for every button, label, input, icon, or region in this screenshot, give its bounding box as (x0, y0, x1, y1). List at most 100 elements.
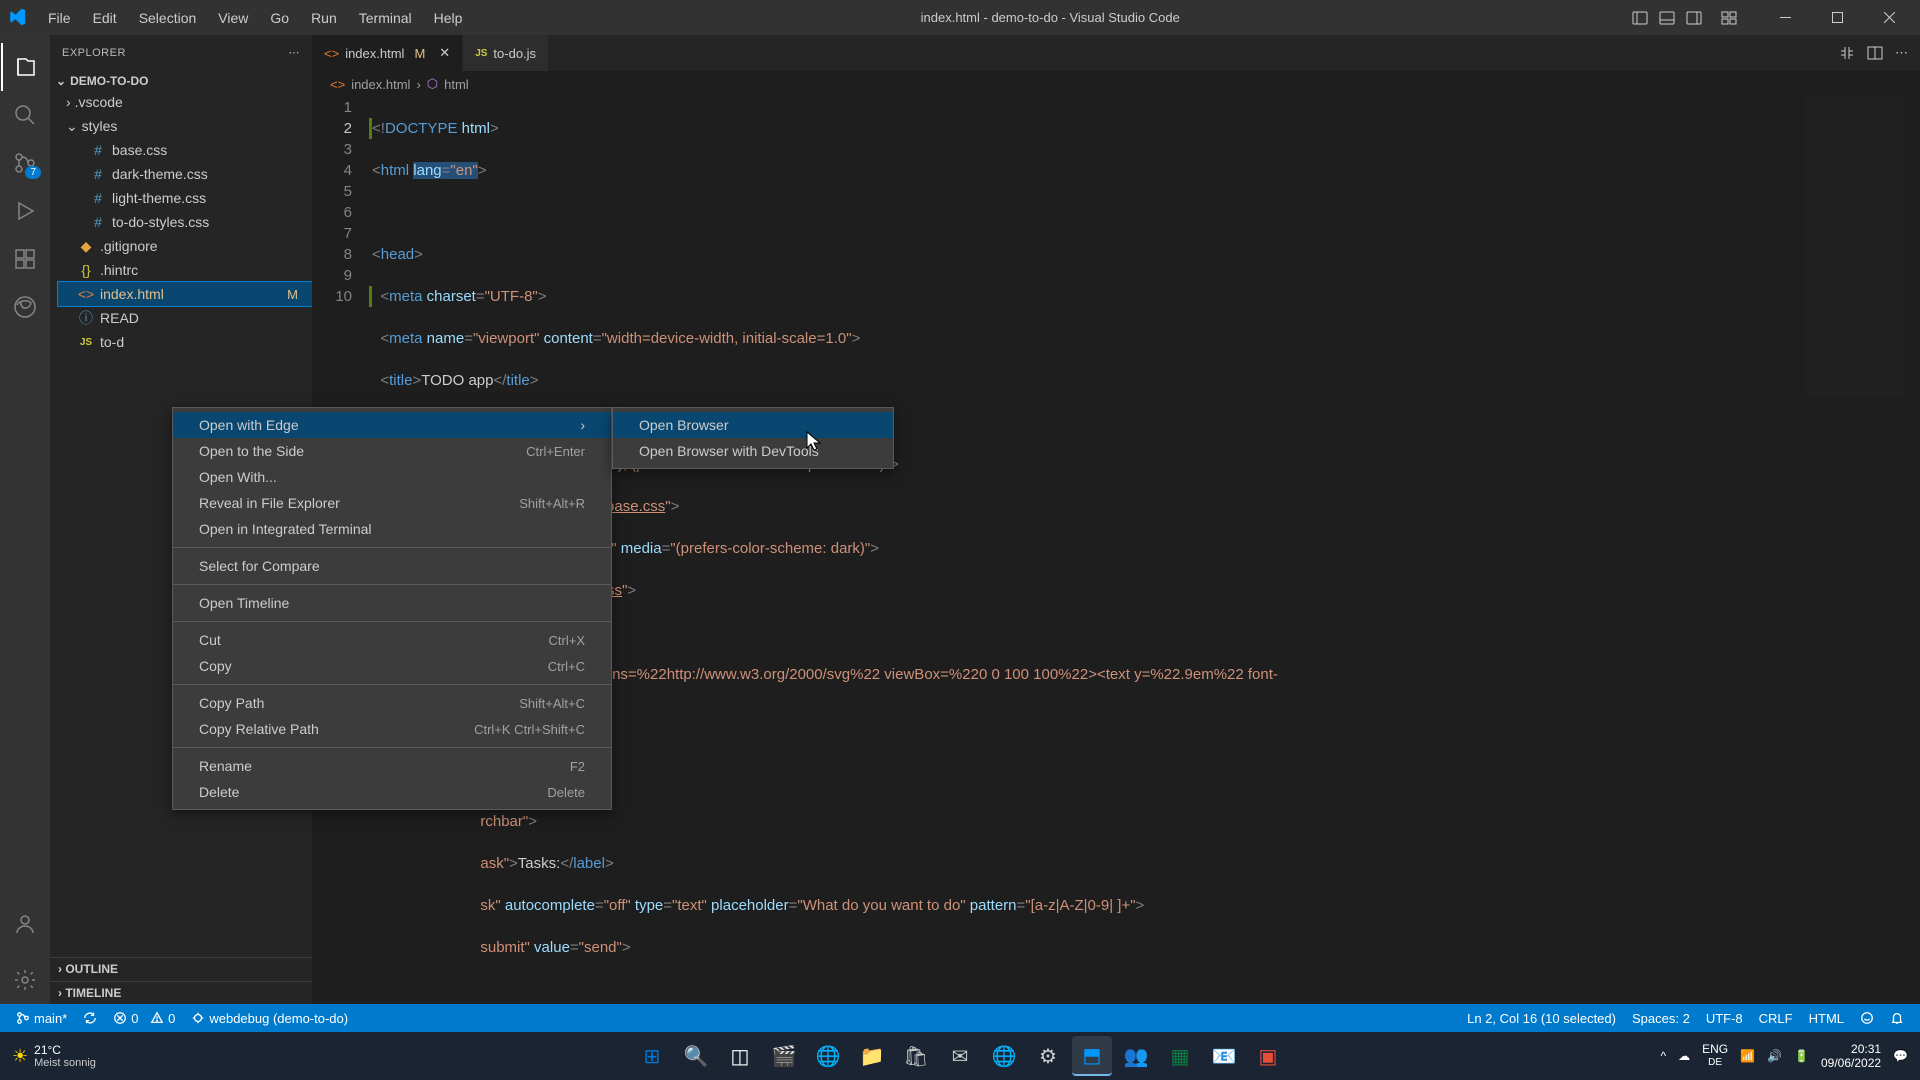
activity-extensions[interactable] (1, 235, 49, 283)
file-index-html[interactable]: <>index.htmlM (58, 282, 312, 306)
toggle-panel-left-icon[interactable] (1628, 6, 1652, 30)
menu-copy[interactable]: CopyCtrl+C (173, 653, 611, 679)
tray-language[interactable]: ENGDE (1702, 1043, 1728, 1069)
breadcrumb-file[interactable]: index.html (351, 77, 410, 92)
submenu-open-devtools[interactable]: Open Browser with DevTools (613, 438, 893, 464)
status-encoding[interactable]: UTF-8 (1698, 1011, 1751, 1026)
tab-todo-js[interactable]: JS to-do.js (463, 35, 549, 71)
file-hintrc[interactable]: {}.hintrc (58, 258, 312, 282)
start-button[interactable]: ⊞ (632, 1036, 672, 1076)
more-icon[interactable]: ⋯ (1895, 45, 1908, 61)
menu-file[interactable]: File (38, 6, 81, 30)
tray-onedrive-icon[interactable]: ☁ (1678, 1049, 1690, 1063)
menu-open-terminal[interactable]: Open in Integrated Terminal (173, 516, 611, 542)
menu-edit[interactable]: Edit (83, 6, 127, 30)
file-readme[interactable]: ⓘREAD (58, 306, 312, 330)
menu-select-compare[interactable]: Select for Compare (173, 553, 611, 579)
taskbar-outlook[interactable]: 📧 (1204, 1036, 1244, 1076)
taskbar-app-red[interactable]: ▣ (1248, 1036, 1288, 1076)
menu-shortcut: Ctrl+C (548, 659, 585, 674)
tab-index-html[interactable]: <> index.html M ✕ (312, 35, 463, 71)
menu-delete[interactable]: DeleteDelete (173, 779, 611, 805)
toggle-panel-right-icon[interactable] (1682, 6, 1706, 30)
submenu-open-browser[interactable]: Open Browser (613, 412, 893, 438)
status-language[interactable]: HTML (1801, 1011, 1852, 1026)
status-bell-icon[interactable] (1882, 1011, 1912, 1025)
taskbar-search-icon[interactable]: 🔍 (676, 1036, 716, 1076)
status-spaces[interactable]: Spaces: 2 (1624, 1011, 1698, 1026)
status-branch[interactable]: main* (8, 1004, 75, 1032)
close-icon[interactable]: ✕ (439, 45, 450, 61)
activity-scm[interactable]: 7 (1, 139, 49, 187)
menu-open-timeline[interactable]: Open Timeline (173, 590, 611, 616)
minimize-button[interactable] (1762, 0, 1808, 35)
taskbar-settings[interactable]: ⚙ (1028, 1036, 1068, 1076)
minimap[interactable] (1804, 97, 1904, 397)
taskbar-teams[interactable]: 👥 (1116, 1036, 1156, 1076)
split-editor-icon[interactable] (1867, 45, 1883, 61)
menu-terminal[interactable]: Terminal (349, 6, 422, 30)
project-header[interactable]: ⌄ DEMO-TO-DO (50, 72, 312, 90)
menu-selection[interactable]: Selection (129, 6, 207, 30)
tray-wifi-icon[interactable]: 📶 (1740, 1049, 1755, 1063)
taskbar-store[interactable]: 🛍 (896, 1036, 936, 1076)
file-gitignore[interactable]: ◆.gitignore (58, 234, 312, 258)
status-feedback-icon[interactable] (1852, 1011, 1882, 1025)
taskbar-app[interactable]: 🎬 (764, 1036, 804, 1076)
file-label: to-d (100, 334, 124, 350)
menu-copy-rel-path[interactable]: Copy Relative PathCtrl+K Ctrl+Shift+C (173, 716, 611, 742)
menu-open-with[interactable]: Open With... (173, 464, 611, 490)
menu-run[interactable]: Run (301, 6, 347, 30)
taskbar-mail[interactable]: ✉ (940, 1036, 980, 1076)
menu-open-edge[interactable]: Open with Edge› (173, 412, 611, 438)
file-todo-css[interactable]: #to-do-styles.css (58, 210, 312, 234)
folder-vscode[interactable]: › .vscode (58, 90, 312, 114)
file-dark-css[interactable]: #dark-theme.css (58, 162, 312, 186)
outline-section[interactable]: › OUTLINE (50, 957, 312, 980)
activity-debug[interactable] (1, 187, 49, 235)
diff-icon[interactable] (1839, 45, 1855, 61)
activity-explorer[interactable] (1, 43, 49, 91)
tray-notifications-icon[interactable]: 💬 (1893, 1049, 1908, 1063)
activity-edge-icon[interactable] (1, 283, 49, 331)
tray-clock[interactable]: 20:3109/06/2022 (1821, 1042, 1881, 1070)
breadcrumbs[interactable]: <> index.html › ⬡ html (312, 71, 1920, 97)
menu-copy-path[interactable]: Copy PathShift+Alt+C (173, 690, 611, 716)
maximize-button[interactable] (1814, 0, 1860, 35)
status-sync[interactable] (75, 1004, 105, 1032)
toggle-panel-bottom-icon[interactable] (1655, 6, 1679, 30)
status-cursor[interactable]: Ln 2, Col 16 (10 selected) (1459, 1011, 1624, 1026)
folder-styles[interactable]: ⌄ styles (58, 114, 312, 138)
breadcrumb-symbol[interactable]: html (444, 77, 469, 92)
tray-chevron-icon[interactable]: ^ (1660, 1049, 1666, 1063)
menu-rename[interactable]: RenameF2 (173, 753, 611, 779)
taskbar-explorer[interactable]: 📁 (852, 1036, 892, 1076)
tray-battery-icon[interactable]: 🔋 (1794, 1049, 1809, 1063)
menu-help[interactable]: Help (424, 6, 473, 30)
menu-reveal[interactable]: Reveal in File ExplorerShift+Alt+R (173, 490, 611, 516)
file-todo-js[interactable]: JSto-d (58, 330, 312, 354)
close-button[interactable] (1866, 0, 1912, 35)
taskbar-vscode[interactable]: ⬒ (1072, 1036, 1112, 1076)
activity-settings[interactable] (1, 956, 49, 1004)
file-light-css[interactable]: #light-theme.css (58, 186, 312, 210)
status-eol[interactable]: CRLF (1751, 1011, 1801, 1026)
timeline-section[interactable]: › TIMELINE (50, 981, 312, 1004)
menu-go[interactable]: Go (260, 6, 299, 30)
customize-layout-icon[interactable] (1717, 6, 1741, 30)
file-base-css[interactable]: #base.css (58, 138, 312, 162)
taskbar-weather[interactable]: ☀ 21°C Meist sonnig (12, 1043, 96, 1069)
menu-view[interactable]: View (208, 6, 258, 30)
menu-cut[interactable]: CutCtrl+X (173, 627, 611, 653)
taskbar-edge-dev[interactable]: 🌐 (984, 1036, 1024, 1076)
taskbar-edge[interactable]: 🌐 (808, 1036, 848, 1076)
taskbar-excel[interactable]: ▦ (1160, 1036, 1200, 1076)
sidebar-more-icon[interactable]: ⋯ (289, 46, 301, 59)
tray-volume-icon[interactable]: 🔊 (1767, 1049, 1782, 1063)
status-debug-target[interactable]: webdebug (demo-to-do) (183, 1004, 356, 1032)
status-problems[interactable]: 0 0 (105, 1004, 183, 1032)
menu-open-side[interactable]: Open to the SideCtrl+Enter (173, 438, 611, 464)
activity-account[interactable] (1, 900, 49, 948)
activity-search[interactable] (1, 91, 49, 139)
taskbar-taskview-icon[interactable]: ◫ (720, 1036, 760, 1076)
